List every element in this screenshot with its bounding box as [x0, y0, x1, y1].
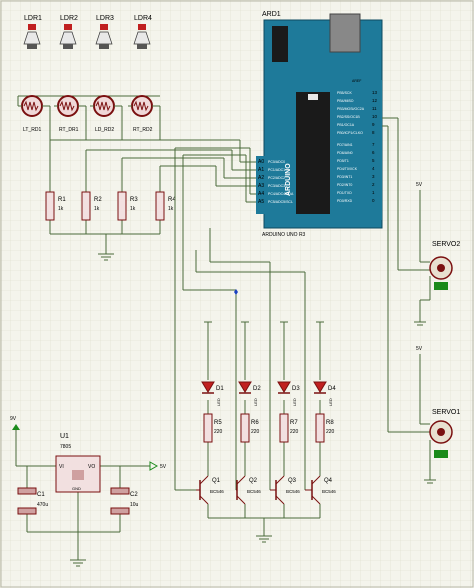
r3-value: 1k	[130, 206, 136, 212]
arduino-ref: ARD1	[262, 11, 281, 18]
ldr-4-name: RT_RD2	[133, 127, 153, 133]
servo-2-ref: SERVO2	[432, 241, 460, 248]
r1-ref: R1	[58, 197, 66, 203]
r6-ref: R6	[251, 420, 259, 426]
ldr-2-ref: LDR2	[60, 15, 78, 22]
r1-value: 1k	[58, 206, 64, 212]
schematic-canvas: LDR1 LT_RD1 LDR2 RT_DR1 LDR3 LD_RD2 LDR4	[0, 0, 474, 588]
pin-d13-label: PB5/SCK	[337, 91, 352, 95]
pin-d11: 11	[372, 106, 377, 111]
pin-d6-label: PD6/AIN0	[337, 151, 353, 155]
pin-a3-label: PC3/ADC3	[268, 184, 285, 188]
ldr-2-name: RT_DR1	[59, 127, 79, 133]
c1-value: 470u	[37, 502, 48, 508]
pin-d12-label: PB4/MISO	[337, 99, 354, 103]
pin-d10-label: PB2/SS/OC1B	[337, 115, 360, 119]
r8-value: 220	[326, 429, 335, 435]
pin-aref: AREF	[352, 79, 361, 83]
pin-a4-label: PC4/ADC4/SDA	[268, 192, 294, 196]
pin-a5: A5	[258, 199, 264, 205]
pin-a4: A4	[258, 191, 264, 197]
u1-gnd: GND	[72, 486, 81, 491]
r2-ref: R2	[94, 197, 102, 203]
ldr-3-ref: LDR3	[96, 15, 114, 22]
q2-part: BC546	[247, 489, 261, 494]
r4-value: 1k	[168, 206, 174, 212]
d3-type: LED	[292, 398, 297, 406]
r2-value: 1k	[94, 206, 100, 212]
r7-ref: R7	[290, 420, 298, 426]
ldr-1-name: LT_RD1	[23, 127, 41, 133]
pin-d9-label: PB1/OC1A	[337, 123, 355, 127]
servo-1-ref: SERVO1	[432, 409, 460, 416]
q3-ref: Q3	[288, 478, 297, 484]
supply-out-label: 5V	[160, 464, 167, 470]
u1-part: 7805	[60, 444, 71, 450]
pin-d1-label: PD1/TXD	[337, 191, 352, 195]
u1-vi: VI	[59, 464, 64, 470]
pin-d3-label: PD3/INT1	[337, 175, 352, 179]
pin-a1-label: PC1/ADC1	[268, 168, 285, 172]
pin-d4-label: PD4/T0/XCK	[337, 167, 358, 171]
pin-d13: 13	[372, 90, 378, 95]
d4-ref: D4	[328, 386, 336, 392]
pin-d7-label: PD7/AIN1	[337, 143, 353, 147]
supply-in-label: 9V	[10, 416, 17, 422]
d3-ref: D3	[292, 386, 300, 392]
d2-ref: D2	[253, 386, 261, 392]
r7-value: 220	[290, 429, 299, 435]
u1-vo: VO	[88, 464, 95, 470]
pin-d10: 10	[372, 114, 378, 119]
r6-value: 220	[251, 429, 260, 435]
c1-ref: C1	[37, 492, 45, 498]
pin-a0-label: PC0/ADC0	[268, 160, 285, 164]
pin-a2: A2	[258, 175, 264, 181]
pin-a5-label: PC5/ADC5/SCL	[268, 200, 293, 204]
d2-type: LED	[253, 398, 258, 406]
d1-type: LED	[216, 398, 221, 406]
ldr-4-ref: LDR4	[134, 15, 152, 22]
servo-2-supply: 5V	[416, 182, 423, 188]
u1-ref: U1	[60, 433, 69, 440]
c2-value: 10u	[130, 502, 139, 508]
r5-ref: R5	[214, 420, 222, 426]
ldr-1-ref: LDR1	[24, 15, 42, 22]
pin-d12: 12	[372, 98, 378, 103]
d1-ref: D1	[216, 386, 224, 392]
arduino-model: ARDUINO UNO R3	[262, 232, 306, 238]
pin-d5-label: PD5/T1	[337, 159, 349, 163]
ldr-3-name: LD_RD2	[95, 127, 114, 133]
pin-a2-label: PC2/ADC2	[268, 176, 285, 180]
r3-ref: R3	[130, 197, 138, 203]
pin-a0: A0	[258, 159, 264, 165]
r5-value: 220	[214, 429, 223, 435]
pin-a3: A3	[258, 183, 264, 189]
q2-ref: Q2	[249, 478, 258, 484]
pin-d2-label: PD2/INT0	[337, 183, 352, 187]
pin-d0-label: PD0/RXD	[337, 199, 353, 203]
pin-d11-label: PB3/MOSI/OC2A	[337, 107, 365, 111]
r8-ref: R8	[326, 420, 334, 426]
q1-ref: Q1	[212, 478, 221, 484]
pin-a1: A1	[258, 167, 264, 173]
q4-ref: Q4	[324, 478, 333, 484]
servo-1-supply: 5V	[416, 346, 423, 352]
q3-part: BC546	[286, 489, 300, 494]
q4-part: BC546	[322, 489, 336, 494]
q1-part: BC546	[210, 489, 224, 494]
d4-type: LED	[328, 398, 333, 406]
c2-ref: C2	[130, 492, 138, 498]
pin-d8-label: PB0/ICP1/CLKO	[337, 131, 363, 135]
